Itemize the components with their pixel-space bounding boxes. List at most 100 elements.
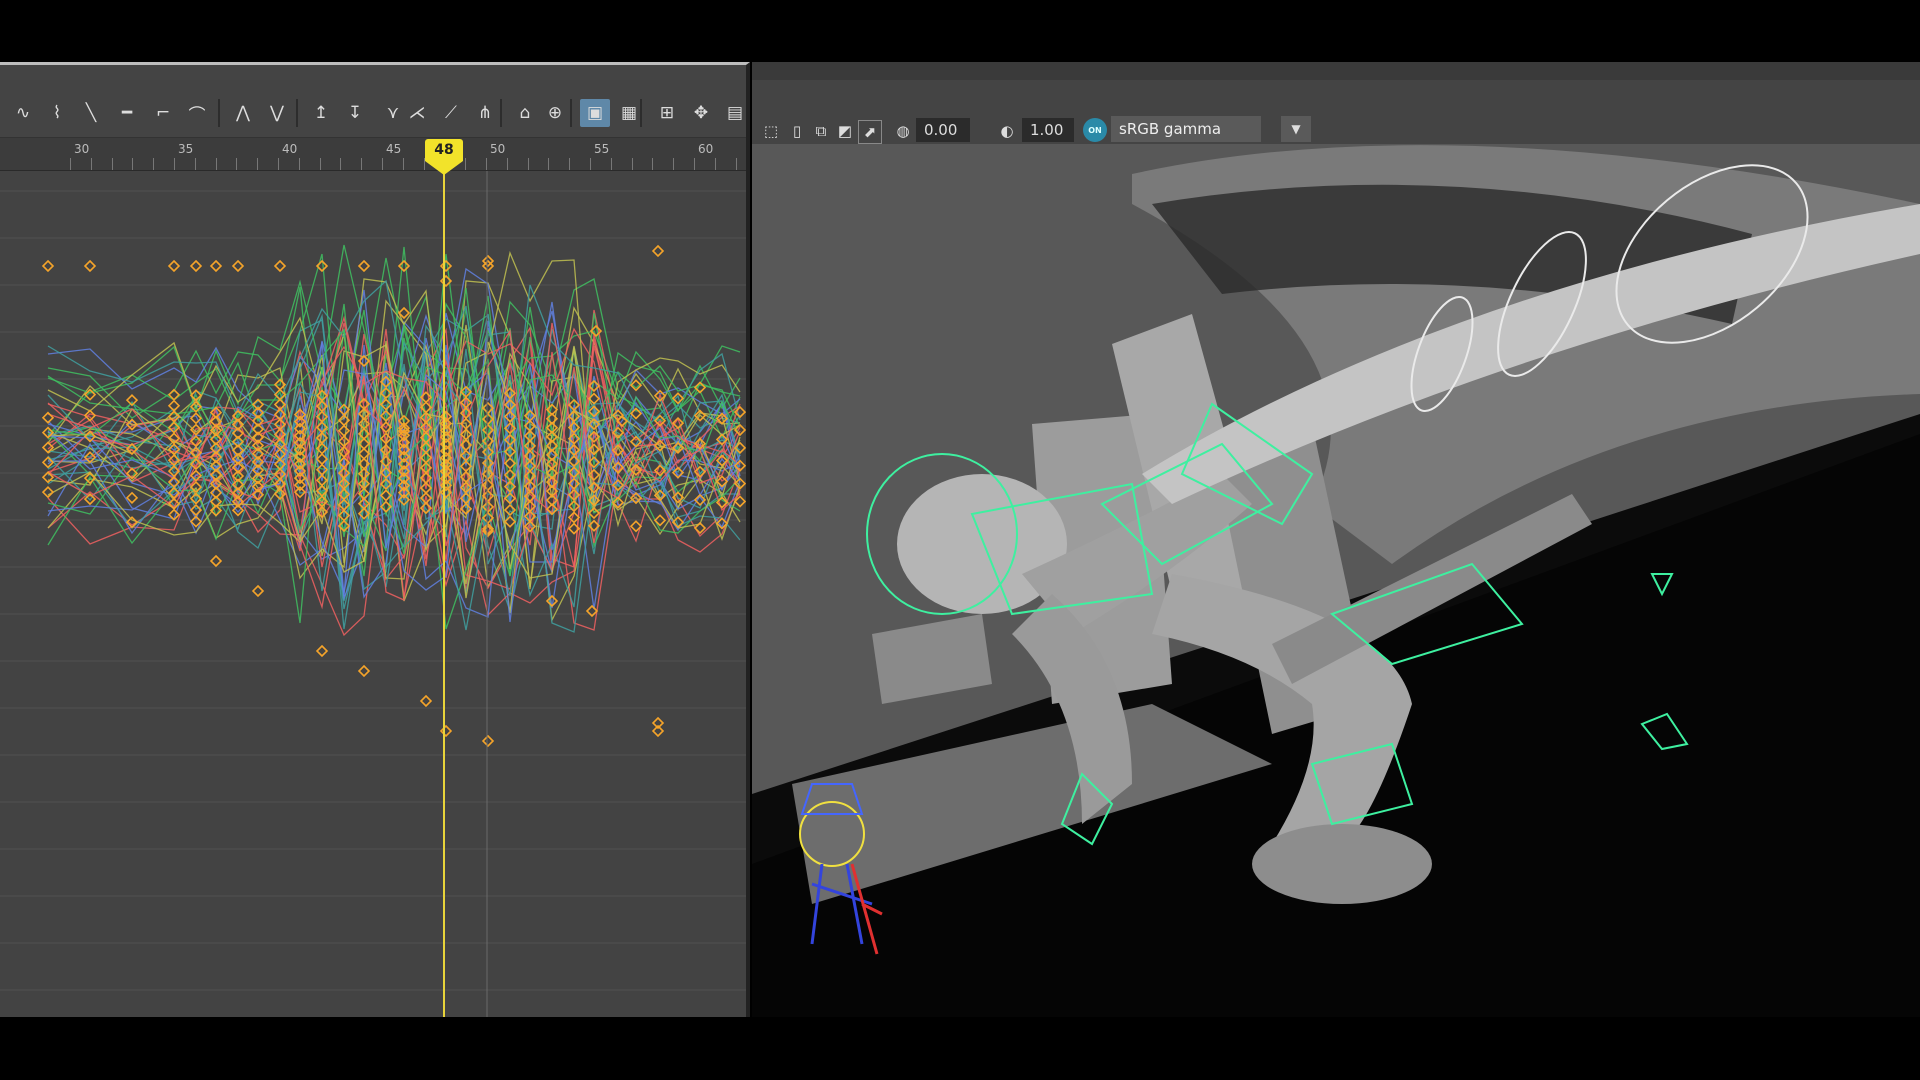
xray-icon[interactable]: ▯	[786, 120, 808, 142]
ruler-tick	[278, 158, 279, 170]
ruler-tick	[216, 158, 217, 170]
exposure-icon[interactable]: ◍	[892, 120, 914, 142]
keyframe[interactable]	[419, 694, 433, 708]
ruler-tick	[715, 158, 716, 170]
keyframe[interactable]	[397, 259, 411, 273]
ruler-tick	[174, 158, 175, 170]
auto-load-icon[interactable]: ⌂	[510, 99, 540, 127]
chevron-down-icon[interactable]: ▼	[1281, 116, 1311, 142]
ruler-label-60: 60	[698, 142, 714, 156]
character-foot	[1252, 824, 1432, 904]
plateau-tangent-icon[interactable]: ⌒	[182, 99, 212, 127]
ruler-tick	[236, 158, 237, 170]
keyframe[interactable]	[83, 259, 97, 273]
keyframe[interactable]	[357, 664, 371, 678]
keyframe[interactable]	[209, 554, 223, 568]
ruler-tick	[673, 158, 674, 170]
time-ruler[interactable]: 30 35 40 45 50 55 60	[0, 138, 746, 171]
toolbar-separator	[570, 99, 572, 127]
flat-tangent-icon[interactable]: ━	[112, 99, 142, 127]
ruler-tick	[507, 158, 508, 170]
keyframe[interactable]	[439, 724, 453, 738]
toolbar-separator	[640, 99, 642, 127]
ruler-tick	[91, 158, 92, 170]
tangent-sync-icon[interactable]: ⋌	[402, 99, 432, 127]
keyframe[interactable]	[41, 259, 55, 273]
ruler-label-40: 40	[282, 142, 298, 156]
normalize-icon[interactable]: ✥	[686, 99, 716, 127]
animation-curves	[47, 244, 741, 637]
current-frame-marker-point	[425, 161, 463, 175]
grid-lines	[0, 190, 746, 991]
ruler-label-55: 55	[594, 142, 610, 156]
ruler-tick	[153, 158, 154, 170]
curve-canvas[interactable]	[0, 171, 746, 1017]
keyframe[interactable]	[167, 259, 181, 273]
ruler-tick	[652, 158, 653, 170]
snap-icon[interactable]: ▣	[580, 99, 610, 127]
key-ticks-icon[interactable]: ⟋	[436, 99, 466, 127]
buffer-curve-icon[interactable]: ⋔	[470, 99, 500, 127]
ruler-tick	[403, 158, 404, 170]
gamma-icon[interactable]: ◐	[996, 120, 1018, 142]
color-management-toggle[interactable]: ON	[1083, 118, 1107, 142]
ruler-tick	[257, 158, 258, 170]
gamma-field[interactable]: 1.00	[1022, 118, 1074, 142]
keyframe[interactable]	[189, 259, 203, 273]
graph-editor-panel: ∿ ⌇ ╲ ━ ⌐ ⌒ ⋀ ⋁ ↥ ↧ ⋎ ⋌ ⟋ ⋔ ⌂ ⊕ ▣ ▦ ⊞ ✥ ▤ 30 35 40 45 50 55 …	[0, 62, 750, 1017]
viewport-scene[interactable]	[752, 144, 1920, 1017]
keyframe[interactable]	[231, 259, 245, 273]
keyframe[interactable]	[125, 491, 139, 504]
keyframe[interactable]	[439, 259, 453, 273]
keyframe[interactable]	[41, 486, 55, 499]
ruler-tick	[694, 158, 695, 170]
ruler-label-50: 50	[490, 142, 506, 156]
free-tangent-weight-icon[interactable]: ↥	[306, 99, 336, 127]
spline-tangent-icon[interactable]: ∿	[8, 99, 38, 127]
keyframe[interactable]	[273, 259, 287, 273]
linear-tangent-icon[interactable]: ╲	[76, 99, 106, 127]
lock-tangent-weight-icon[interactable]: ↧	[340, 99, 370, 127]
ruler-tick	[569, 158, 570, 170]
ruler-tick	[736, 158, 737, 170]
viewport-menu-strip	[752, 62, 1920, 80]
current-frame-marker[interactable]: 48	[425, 139, 463, 161]
toolbar-separator	[500, 99, 502, 127]
break-tangents-icon[interactable]: ⋀	[228, 99, 258, 127]
select-loaded-icon[interactable]: ⊕	[540, 99, 570, 127]
viewport-toolbar: ⬚ ▯ ⧉ ◩ ⬈ ◍ 0.00 ◐ 1.00 ON sRGB gamma ▼	[752, 80, 1920, 144]
copy-icon[interactable]: ⧉	[810, 120, 832, 142]
ruler-tick	[361, 158, 362, 170]
move-keys-icon[interactable]: ⊞	[652, 99, 682, 127]
keyframe[interactable]	[357, 259, 371, 273]
keyframe[interactable]	[481, 734, 495, 748]
keyframe[interactable]	[209, 259, 223, 273]
ruler-tick	[299, 158, 300, 170]
ruler-label-30: 30	[74, 142, 90, 156]
ruler-tick	[486, 158, 487, 170]
ruler-tick	[590, 158, 591, 170]
curve-presets-icon[interactable]: ▤	[720, 99, 746, 127]
keyframe[interactable]	[251, 584, 265, 598]
keyframe[interactable]	[315, 644, 329, 658]
resolution-gate-icon[interactable]: ⬈	[858, 120, 882, 144]
step-tangent-icon[interactable]: ⌐	[148, 99, 178, 127]
isolate-select-icon[interactable]: ⬚	[760, 120, 782, 142]
ruler-tick	[382, 158, 383, 170]
ruler-tick	[528, 158, 529, 170]
clamped-tangent-icon[interactable]: ⌇	[42, 99, 72, 127]
keyframe[interactable]	[651, 244, 665, 258]
toolbar-separator	[218, 99, 220, 127]
ruler-label-45: 45	[386, 142, 402, 156]
ruler-tick	[465, 158, 466, 170]
layers-icon[interactable]: ◩	[834, 120, 856, 142]
exposure-field[interactable]: 0.00	[916, 118, 970, 142]
toolbar-separator	[296, 99, 298, 127]
unify-tangents-icon[interactable]: ⋁	[262, 99, 292, 127]
ruler-tick	[132, 158, 133, 170]
keyframe[interactable]	[337, 424, 351, 437]
view-transform-select[interactable]: sRGB gamma	[1111, 116, 1261, 142]
3d-viewport-panel[interactable]: ⬚ ▯ ⧉ ◩ ⬈ ◍ 0.00 ◐ 1.00 ON sRGB gamma ▼	[752, 62, 1920, 1017]
ruler-tick	[548, 158, 549, 170]
ruler-tick	[611, 158, 612, 170]
